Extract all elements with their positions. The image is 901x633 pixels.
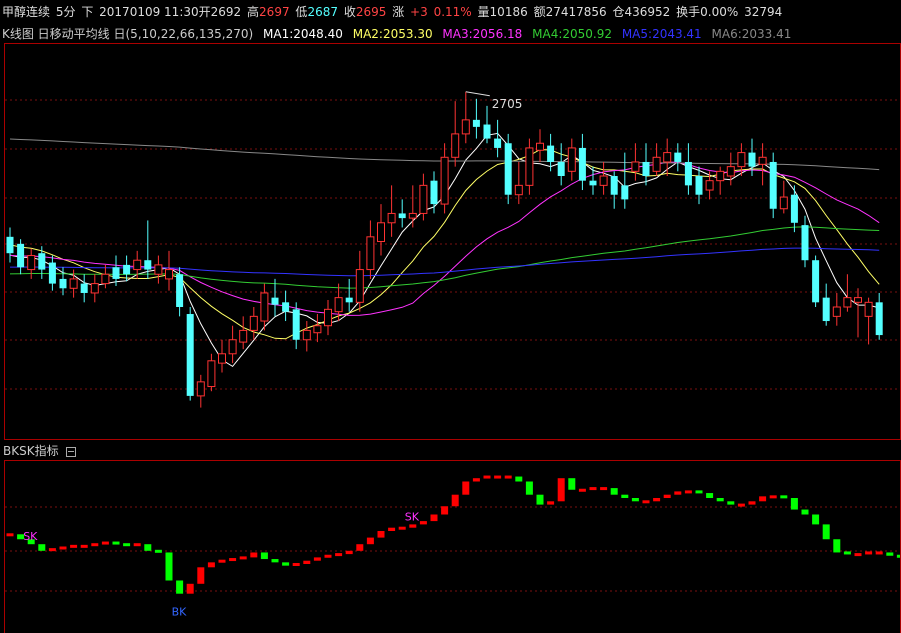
sub-panel-border [4,460,901,633]
main-panel-border [4,43,901,440]
